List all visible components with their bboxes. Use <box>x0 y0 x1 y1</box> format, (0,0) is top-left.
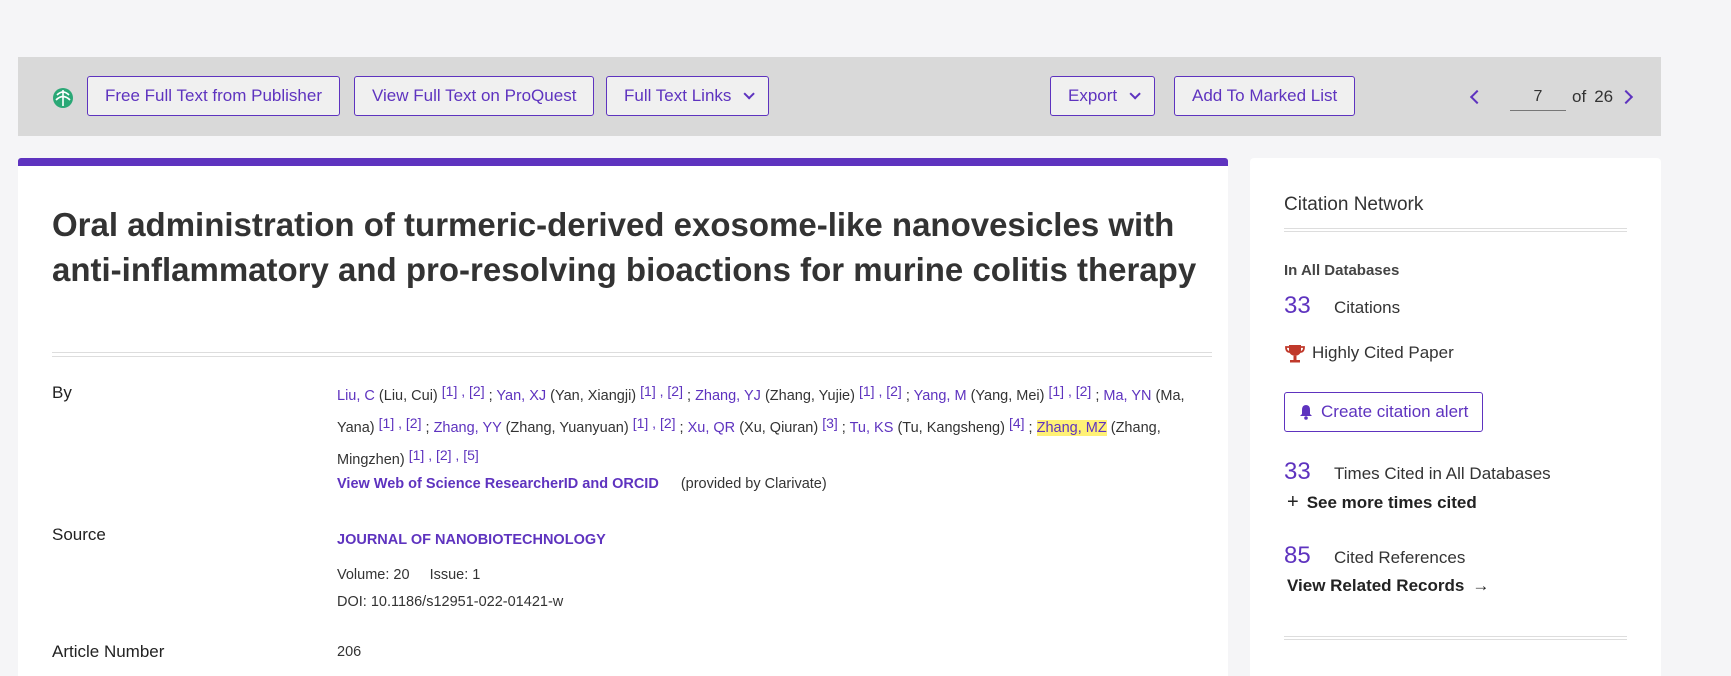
author-affiliation[interactable]: [1] , [2] <box>1049 383 1092 399</box>
free-full-text-label: Free Full Text from Publisher <box>105 86 322 105</box>
author-full-name: (Zhang, Yuanyuan) <box>505 420 629 436</box>
times-cited-label: Times Cited in All Databases <box>1334 464 1551 483</box>
author-entry: Liu, C (Liu, Cui) [1] , [2] ; <box>337 383 497 404</box>
create-citation-alert-button[interactable]: Create citation alert <box>1284 392 1484 432</box>
author-list: Liu, C (Liu, Cui) [1] , [2] ; Yan, XJ (Y… <box>337 378 1217 474</box>
provided-by-note: (provided by Clarivate) <box>680 476 827 492</box>
export-label: Export <box>1068 86 1118 105</box>
volume-value: Volume: 20 <box>337 567 410 583</box>
author-entry: Tu, KS (Tu, Kangsheng) [4] ; <box>849 415 1037 436</box>
free-full-text-button[interactable]: Free Full Text from Publisher <box>87 76 340 116</box>
article-number-value: 206 <box>337 644 362 660</box>
issue-value: Issue: 1 <box>429 567 481 583</box>
author-affiliation[interactable]: [1] , [2] <box>379 415 422 431</box>
author-link[interactable]: Tu, KS <box>850 420 894 436</box>
researcher-id-link[interactable]: View Web of Science ResearcherID and ORC… <box>337 476 659 492</box>
highly-cited-label: Highly Cited Paper <box>1312 343 1454 362</box>
times-cited-count[interactable]: 33 <box>1284 458 1334 486</box>
record-card: Oral administration of turmeric-derived … <box>18 158 1228 676</box>
export-dropdown[interactable]: Export <box>1050 76 1156 116</box>
bell-icon <box>1300 405 1312 420</box>
record-pager: of 26 <box>1460 79 1643 115</box>
article-title: Oral administration of turmeric-derived … <box>52 206 1197 288</box>
author-link[interactable]: Liu, C <box>337 388 375 404</box>
author-full-name: (Xu, Qiuran) <box>739 420 819 436</box>
view-related-label: View Related Records <box>1287 576 1465 595</box>
author-entry: Xu, QR (Xu, Qiuran) [3] ; <box>687 415 850 436</box>
author-full-name: (Zhang, Yujie) <box>764 388 855 404</box>
next-record-button[interactable] <box>1613 79 1643 115</box>
author-full-name: (Tu, Kangsheng) <box>897 420 1005 436</box>
in-all-databases-label: In All Databases <box>1284 262 1400 279</box>
author-link[interactable]: Ma, YN <box>1103 388 1151 404</box>
add-to-marked-list-button[interactable]: Add To Marked List <box>1174 76 1356 116</box>
citations-label: Citations <box>1334 298 1401 317</box>
arrow-right-icon: → <box>1472 576 1490 595</box>
add-marked-label: Add To Marked List <box>1192 86 1338 105</box>
citation-network-heading: Citation Network <box>1284 194 1424 215</box>
page-of-label: of <box>1572 87 1587 106</box>
author-entry: Yan, XJ (Yan, Xiangji) [1] , [2] ; <box>496 383 696 404</box>
view-related-records-link[interactable]: View Related Records → <box>1287 576 1489 596</box>
author-affiliation[interactable]: [1] , [2] <box>859 383 902 399</box>
author-link[interactable]: Zhang, MZ <box>1036 420 1107 436</box>
title-divider <box>52 352 1212 357</box>
doi-value: DOI: 10.1186/s12951-022-01421-w <box>337 594 564 610</box>
citation-divider <box>1284 228 1627 232</box>
page-total: 26 <box>1594 87 1614 106</box>
citation-network-panel: Citation Network In All Databases 33 Cit… <box>1250 158 1661 676</box>
author-affiliation[interactable]: [1] , [2] <box>640 383 683 399</box>
times-cited-metric[interactable]: 33 Times Cited in All Databases <box>1284 458 1551 486</box>
previous-record-button[interactable] <box>1460 79 1490 115</box>
researcher-id-row: View Web of Science ResearcherID and ORC… <box>337 476 827 492</box>
author-link[interactable]: Xu, QR <box>688 420 736 436</box>
proquest-full-text-button[interactable]: View Full Text on ProQuest <box>354 76 595 116</box>
author-full-name: (Yan, Xiangji) <box>550 388 637 404</box>
author-affiliation[interactable]: [1] , [2] , [5] <box>409 447 479 463</box>
article-number-label: Article Number <box>52 642 165 661</box>
author-affiliation[interactable]: [1] , [2] <box>633 415 676 431</box>
author-link[interactable]: Yang, M <box>914 388 967 404</box>
author-full-name: (Liu, Cui) <box>378 388 438 404</box>
alert-button-label: Create citation alert <box>1321 402 1469 421</box>
chevron-left-icon <box>1469 89 1485 105</box>
highly-cited-badge: Highly Cited Paper <box>1284 342 1454 364</box>
citations-count[interactable]: 33 <box>1284 292 1334 320</box>
author-entry: Zhang, YY (Zhang, Yuanyuan) [1] , [2] ; <box>433 415 688 436</box>
citations-metric[interactable]: 33 Citations <box>1284 292 1400 320</box>
volume-issue-row: Volume: 20 Issue: 1 <box>337 567 480 583</box>
author-affiliation[interactable]: [1] , [2] <box>442 383 485 399</box>
record-toolbar: Free Full Text from Publisher View Full … <box>18 57 1661 136</box>
chevron-down-icon <box>1129 88 1141 100</box>
proquest-label: View Full Text on ProQuest <box>372 86 577 105</box>
author-full-name: (Yang, Mei) <box>970 388 1045 404</box>
plus-icon: + <box>1287 491 1299 513</box>
page-number-input[interactable] <box>1510 83 1566 111</box>
author-entry: Zhang, YJ (Zhang, Yujie) [1] , [2] ; <box>695 383 914 404</box>
by-label: By <box>52 383 72 402</box>
trophy-icon <box>1285 345 1305 363</box>
author-affiliation[interactable]: [3] <box>822 415 838 431</box>
full-text-links-dropdown[interactable]: Full Text Links <box>606 76 770 116</box>
cited-references-metric[interactable]: 85 Cited References <box>1284 542 1465 570</box>
source-label: Source <box>52 525 106 544</box>
see-more-times-cited-link[interactable]: + See more times cited <box>1287 491 1477 514</box>
publisher-logo-icon[interactable] <box>52 87 74 109</box>
see-more-label: See more times cited <box>1306 492 1477 512</box>
cited-references-label: Cited References <box>1334 548 1466 567</box>
author-link[interactable]: Zhang, YJ <box>695 388 761 404</box>
chevron-down-icon <box>743 88 756 100</box>
author-link[interactable]: Zhang, YY <box>434 420 502 436</box>
author-link[interactable]: Yan, XJ <box>496 388 546 404</box>
author-affiliation[interactable]: [4] <box>1009 415 1025 431</box>
cited-references-count[interactable]: 85 <box>1284 542 1334 570</box>
citation-bottom-divider <box>1284 636 1627 640</box>
chevron-right-icon <box>1619 89 1634 105</box>
author-entry: Yang, M (Yang, Mei) [1] , [2] ; <box>913 383 1104 404</box>
journal-link[interactable]: JOURNAL OF NANOBIOTECHNOLOGY <box>337 532 606 548</box>
full-text-links-label: Full Text Links <box>624 86 732 105</box>
